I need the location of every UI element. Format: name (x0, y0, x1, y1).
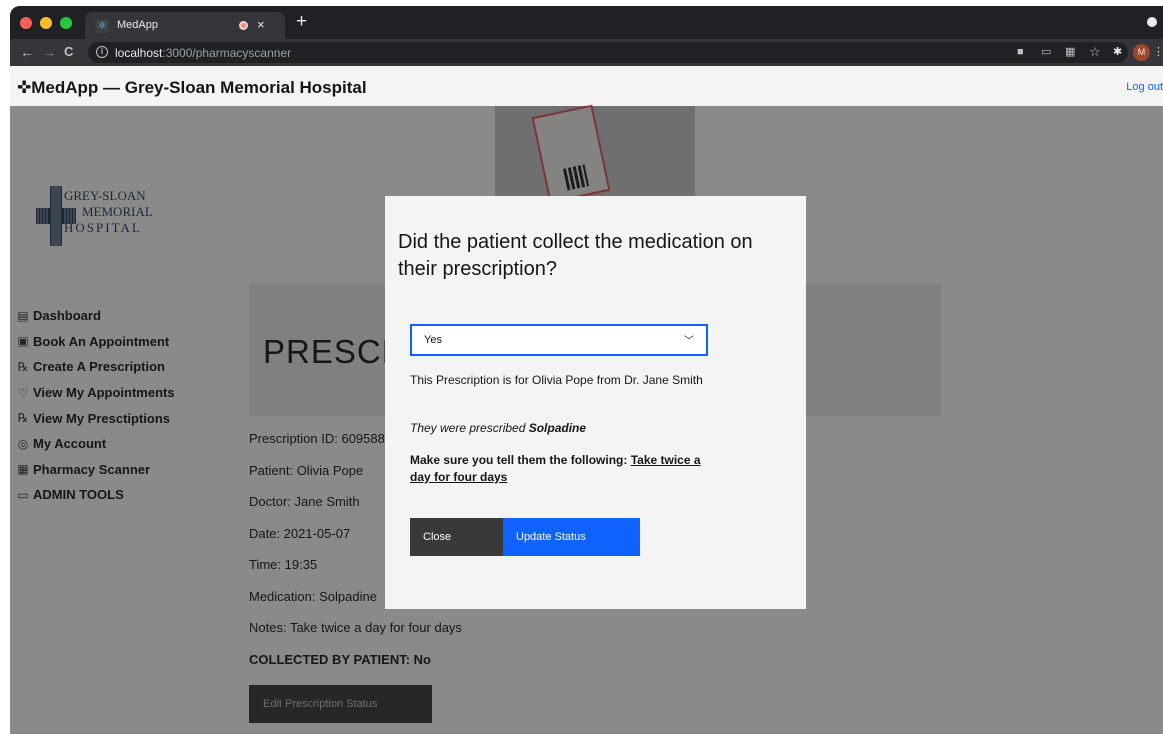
info-icon[interactable]: i (96, 46, 108, 58)
browser-window: ⚛ MedApp × + ← → C i localhost:3000/phar… (10, 6, 1163, 734)
reload-icon[interactable]: C (64, 44, 73, 60)
browser-toolbar: ← → C i localhost:3000/pharmacyscanner ■… (10, 39, 1163, 66)
page: ✜MedApp — Grey-Sloan Memorial Hospital L… (10, 66, 1163, 734)
camera-icon[interactable]: ■ (1017, 44, 1024, 60)
avatar[interactable]: M (1133, 44, 1150, 61)
react-icon: ⚛ (95, 19, 109, 33)
browser-tab[interactable]: ⚛ MedApp × (85, 12, 285, 39)
app-title: ✜MedApp — Grey-Sloan Memorial Hospital (17, 78, 367, 97)
instructions-text: Make sure you tell them the following: T… (410, 453, 701, 484)
medical-cross-icon: ✜ (17, 78, 32, 97)
close-window-button[interactable] (20, 17, 32, 29)
app-header: ✜MedApp — Grey-Sloan Memorial Hospital L… (10, 66, 1163, 106)
prescription-for-text: This Prescription is for Olivia Pope fro… (410, 373, 703, 387)
cast-icon[interactable]: ▭ (1041, 44, 1051, 60)
address-bar[interactable]: i localhost:3000/pharmacyscanner (88, 42, 1128, 63)
close-button[interactable]: Close (410, 518, 503, 556)
browser-tab-bar: ⚛ MedApp × + (10, 6, 1163, 39)
collected-select[interactable]: Yes ﹀ (410, 324, 708, 356)
qr-code-icon[interactable]: ▦ (1065, 44, 1075, 60)
prescribed-text: They were prescribed Solpadine (410, 421, 587, 435)
tab-search-icon[interactable] (1147, 17, 1157, 27)
url-text[interactable]: localhost:3000/pharmacyscanner (115, 46, 291, 60)
prescribed-medication: Solpadine (528, 421, 587, 435)
toolbar-icons: ■ ▭ ▦ ☆ ✱ M ⋮ (1017, 44, 1163, 62)
bookmark-star-icon[interactable]: ☆ (1089, 44, 1101, 60)
tab-close-icon[interactable]: × (257, 17, 265, 32)
modal-title: Did the patient collect the medication o… (398, 231, 753, 280)
tab-title: MedApp (117, 19, 158, 31)
collected-select-value: Yes (424, 334, 442, 346)
back-arrow-icon[interactable]: ← (20, 44, 34, 60)
chevron-down-icon: ﹀ (684, 336, 694, 347)
collect-medication-modal: Did the patient collect the medication o… (385, 196, 806, 609)
forward-arrow-icon[interactable]: → (42, 44, 56, 60)
logout-link[interactable]: Log out (1126, 81, 1163, 93)
minimize-window-button[interactable] (40, 17, 52, 29)
new-tab-button[interactable]: + (296, 12, 307, 32)
recording-icon (239, 21, 248, 30)
update-status-button[interactable]: Update Status (503, 518, 640, 556)
maximize-window-button[interactable] (60, 17, 72, 29)
menu-icon[interactable]: ⋮ (1153, 44, 1163, 60)
extensions-icon[interactable]: ✱ (1113, 44, 1122, 60)
